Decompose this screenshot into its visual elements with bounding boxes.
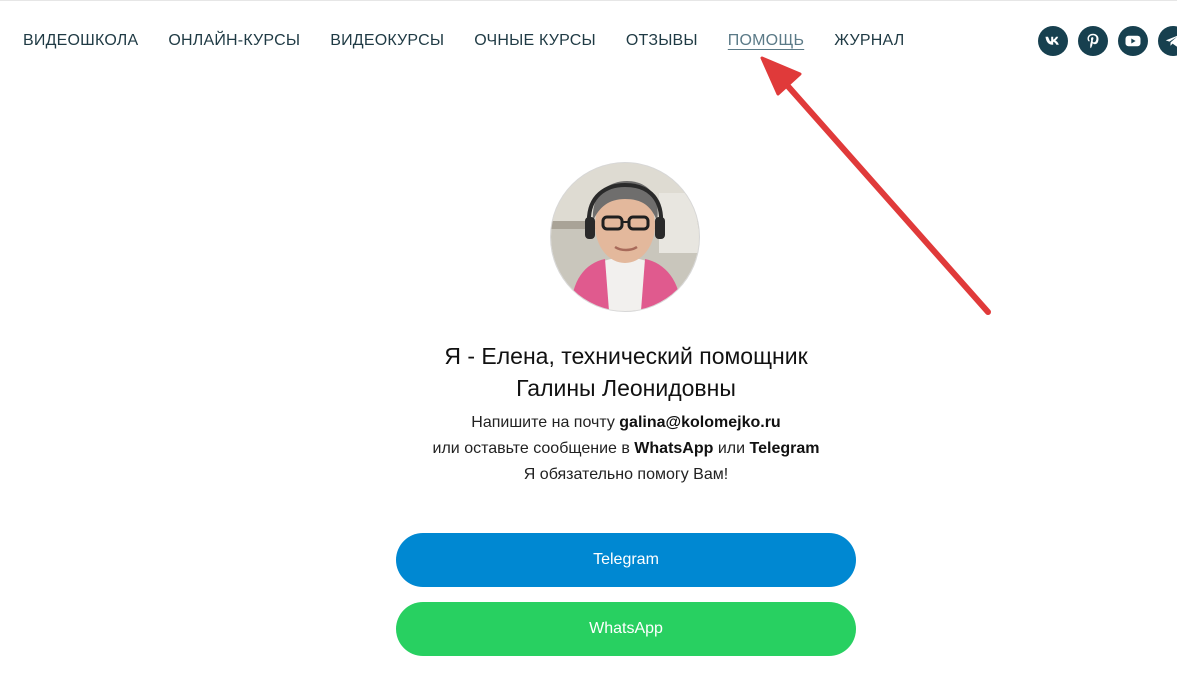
- headline: Я - Елена, технический помощник Галины Л…: [0, 340, 1177, 404]
- whatsapp-button[interactable]: WhatsApp: [396, 602, 856, 656]
- telegram-icon[interactable]: [1158, 26, 1177, 56]
- contact-text-line1-prefix: Напишите на почту: [471, 414, 620, 431]
- social-links: [1038, 26, 1177, 56]
- youtube-icon[interactable]: [1118, 26, 1148, 56]
- avatar: [551, 163, 699, 311]
- whatsapp-word: WhatsApp: [634, 440, 714, 457]
- telegram-word: Telegram: [749, 440, 820, 457]
- pinterest-icon[interactable]: [1078, 26, 1108, 56]
- nav-item-help[interactable]: ПОМОЩЬ: [728, 30, 804, 52]
- contact-text-line2-prefix: или оставьте сообщение в: [432, 440, 635, 457]
- page: ВИДЕОШКОЛА ОНЛАЙН-КУРСЫ ВИДЕОКУРСЫ ОЧНЫЕ…: [0, 0, 1177, 674]
- contact-text-line3: Я обязательно помогу Вам!: [523, 466, 729, 483]
- telegram-button[interactable]: Telegram: [396, 533, 856, 587]
- nav-item-offline-courses[interactable]: ОЧНЫЕ КУРСЫ: [474, 30, 596, 52]
- nav-item-videoschool[interactable]: ВИДЕОШКОЛА: [23, 30, 138, 52]
- headline-line1: Я - Елена, технический помощник: [444, 343, 808, 369]
- nav-item-online-courses[interactable]: ОНЛАЙН-КУРСЫ: [168, 30, 300, 52]
- contact-text-line2-middle: или: [713, 440, 750, 457]
- email-link[interactable]: galina@kolomejko.ru: [619, 414, 780, 431]
- headline-line2: Галины Леонидовны: [516, 375, 736, 401]
- avatar-photo: [551, 163, 699, 311]
- contact-text: Напишите на почту galina@kolomejko.ru ил…: [0, 410, 1177, 488]
- vk-icon[interactable]: [1038, 26, 1068, 56]
- nav-item-journal[interactable]: ЖУРНАЛ: [834, 30, 904, 52]
- nav-item-videocourses[interactable]: ВИДЕОКУРСЫ: [330, 30, 444, 52]
- main-nav: ВИДЕОШКОЛА ОНЛАЙН-КУРСЫ ВИДЕОКУРСЫ ОЧНЫЕ…: [23, 30, 934, 52]
- nav-item-reviews[interactable]: ОТЗЫВЫ: [626, 30, 698, 52]
- top-divider: [0, 0, 1177, 1]
